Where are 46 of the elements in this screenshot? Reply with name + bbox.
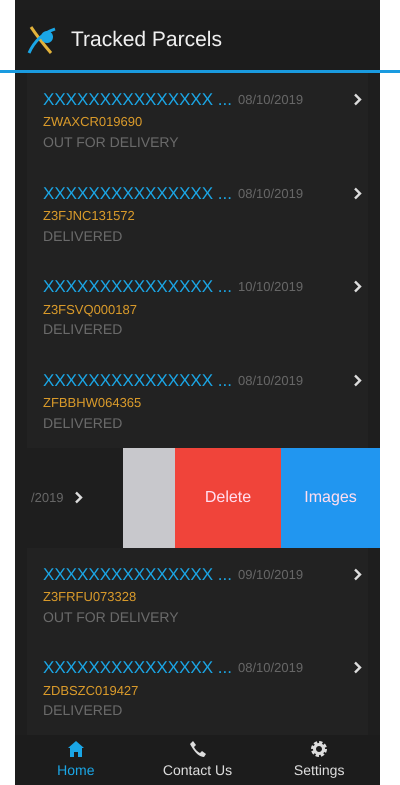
chevron-right-icon bbox=[353, 93, 362, 106]
chevron-right-icon bbox=[353, 280, 362, 294]
tracking-number: ZDBSZC019427 bbox=[43, 682, 140, 700]
parcel-status: DELIVERED bbox=[43, 701, 124, 720]
parcel-date: 08/10/2019 bbox=[238, 90, 304, 109]
chevron-right-icon bbox=[353, 374, 362, 388]
settings-tab[interactable]: Settings bbox=[258, 735, 380, 785]
parcel-status: OUT FOR DELIVERY bbox=[43, 608, 180, 627]
parcel-name: XXXXXXXXXXXXXXX ... bbox=[43, 182, 232, 204]
app-title: Tracked Parcels bbox=[71, 27, 222, 54]
parcel-name: XXXXXXXXXXXXXXX ... bbox=[43, 657, 232, 680]
chevron-right-icon bbox=[353, 186, 362, 200]
parcel-name: XXXXXXXXXXXXXXX ... bbox=[43, 370, 232, 392]
parcel-date: 08/10/2019 bbox=[238, 372, 304, 390]
parcel-name: XXXXXXXXXXXXXXX ... bbox=[43, 276, 232, 298]
parcel-date: 10/10/2019 bbox=[238, 278, 304, 296]
contact-us-tab[interactable]: Contact Us bbox=[136, 735, 258, 785]
parcel-row[interactable]: XXXXXXXXXXXXXXX ... 08/10/2019 ZFBBHW064365 DELIVERED bbox=[27, 354, 368, 448]
chevron-right-icon bbox=[353, 568, 362, 581]
tracking-number: ZWAXCR019690 bbox=[43, 113, 144, 132]
parcel-status: DELIVERED bbox=[43, 226, 124, 246]
parcel-date: 08/10/2019 bbox=[238, 659, 304, 678]
parcel-row[interactable]: XXXXXXXXXXXXXXX ... 10/10/2019 Z3FSVQ000187 DELIVERED bbox=[27, 260, 368, 354]
parcel-date: 08/10/2019 bbox=[238, 184, 304, 202]
phone-icon bbox=[188, 740, 206, 758]
home-icon bbox=[66, 740, 85, 758]
parcel-row[interactable]: XXXXXXXXXXXXXXX ... 08/10/2019 Z3FJNC131572 DELIVERED bbox=[27, 166, 368, 260]
home-tab[interactable]: Home bbox=[15, 735, 137, 785]
tracking-number: Z3FJNC131572 bbox=[43, 207, 136, 225]
parcel-status: DELIVERED bbox=[43, 414, 124, 433]
parcel-date: 09/10/2019 bbox=[238, 566, 304, 584]
parcel-name: XXXXXXXXXXXXXXX ... bbox=[43, 564, 232, 586]
tracking-number: ZFBBHW064365 bbox=[43, 394, 142, 412]
parcel-status: DELIVERED bbox=[43, 320, 124, 340]
swipe-action-button[interactable] bbox=[123, 448, 175, 548]
chevron-right-icon bbox=[353, 661, 362, 674]
parcel-name: XXXXXXXXXXXXXXX ... bbox=[43, 88, 232, 111]
parcel-date: /2019 bbox=[31, 488, 64, 507]
parcel-row[interactable]: XXXXXXXXXXXXXXX ... 08/10/2019 ZWAXCR019690 OUT FOR DELIVERY bbox=[27, 73, 368, 167]
settings-icon bbox=[310, 740, 328, 758]
tracking-number: Z3FRFU073328 bbox=[43, 588, 138, 606]
tracking-number: Z3FSVQ000187 bbox=[43, 300, 138, 319]
parcel-row[interactable]: XXXXXXXXXXXXXXX ... 08/10/2019 ZDBSZC019427 DELIVERED bbox=[27, 641, 368, 735]
parcel-status: OUT FOR DELIVERY bbox=[43, 132, 180, 152]
chevron-right-icon bbox=[74, 491, 83, 504]
parcel-row[interactable]: XXXXXXXXXXXXXXX ... 09/10/2019 Z3FRFU073328 OUT FOR DELIVERY bbox=[27, 548, 368, 642]
